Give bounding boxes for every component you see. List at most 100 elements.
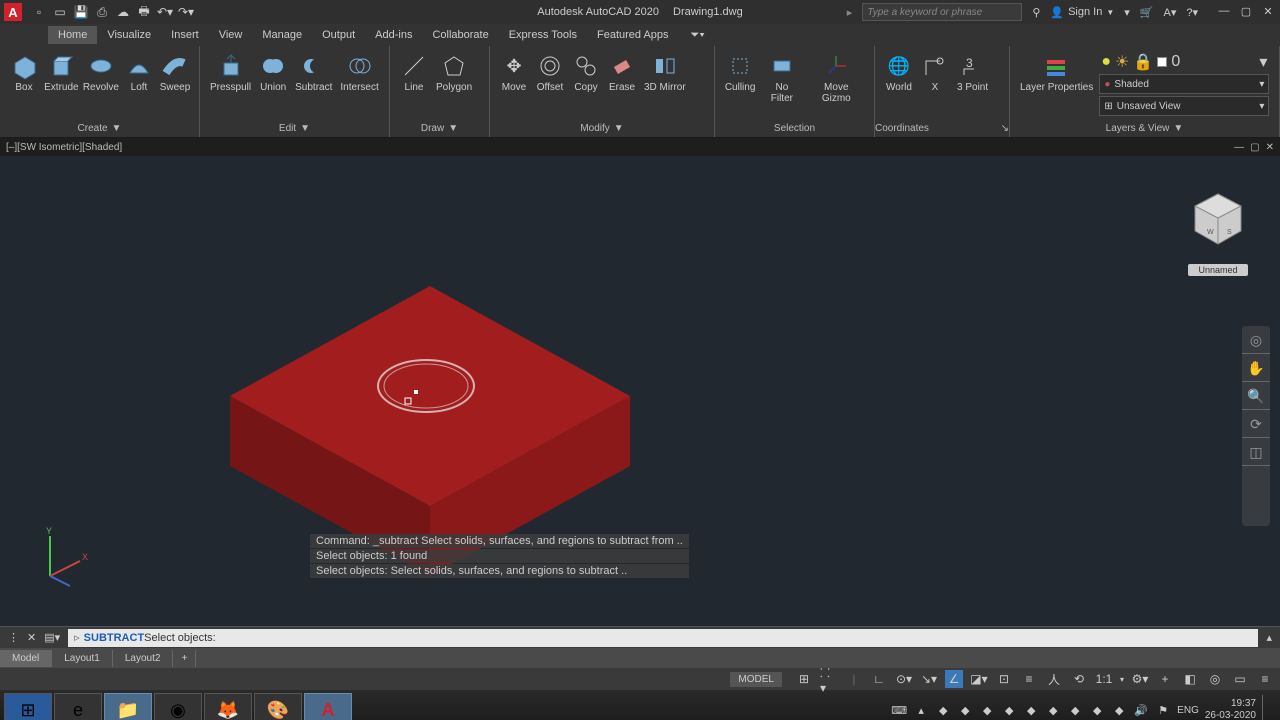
lineweight-icon[interactable]: ≡ — [1020, 670, 1038, 688]
taskbar-firefox[interactable]: 🦊 — [204, 693, 252, 720]
tray-flag-icon[interactable]: ⚑ — [1155, 702, 1171, 718]
panel-edit-title[interactable]: Edit ▼ — [200, 119, 389, 137]
viewcube[interactable]: W S — [1183, 186, 1253, 256]
app-icon[interactable]: A▾ — [1164, 6, 1177, 19]
tray-i6[interactable]: ◆ — [1045, 702, 1061, 718]
qat-saveas[interactable]: ⎙ — [93, 3, 111, 21]
taskbar-explorer[interactable]: 📁 — [104, 693, 152, 720]
tab-addins[interactable]: Add-ins — [365, 26, 422, 44]
tab-home[interactable]: Home — [48, 26, 97, 44]
transparency-icon[interactable]: 人 — [1045, 670, 1063, 688]
signin-button[interactable]: 👤Sign In▼ — [1050, 6, 1114, 19]
showall-icon[interactable]: ◫ — [1242, 438, 1270, 466]
taskbar-app1[interactable]: 🎨 — [254, 693, 302, 720]
maximize-button[interactable]: ▢ — [1238, 5, 1254, 19]
tab-output[interactable]: Output — [312, 26, 365, 44]
customize-icon[interactable]: ≡ — [1256, 670, 1274, 688]
tray-i5[interactable]: ◆ — [1023, 702, 1039, 718]
nofilter-button[interactable]: No Filter — [759, 50, 804, 114]
polar-icon[interactable]: ⊙▾ — [895, 670, 913, 688]
taskbar-ie[interactable]: e — [54, 693, 102, 720]
erase-button[interactable]: Erase — [604, 50, 640, 114]
polygon-button[interactable]: Polygon — [432, 50, 476, 114]
layerproperties-button[interactable]: Layer Properties — [1016, 50, 1097, 114]
start-button[interactable]: ⊞ — [4, 693, 52, 720]
tray-lang[interactable]: ENG — [1177, 705, 1199, 716]
intersect-button[interactable]: Intersect — [336, 50, 382, 114]
zoom-icon[interactable]: 🔍 — [1242, 382, 1270, 410]
cycling-icon[interactable]: ⟲ — [1070, 670, 1088, 688]
orbit-icon[interactable]: ⟳ — [1242, 410, 1270, 438]
gear-icon[interactable]: ⚙▾ — [1131, 670, 1149, 688]
qat-open[interactable]: ▭ — [51, 3, 69, 21]
workspace-icon[interactable]: ◧ — [1181, 670, 1199, 688]
lightbulb-icon[interactable]: ● — [1101, 53, 1111, 71]
3dosnap-icon[interactable]: ◪▾ — [970, 670, 988, 688]
qat-undo[interactable]: ↶▾ — [156, 3, 174, 21]
culling-button[interactable]: Culling — [721, 50, 759, 114]
copy-button[interactable]: Copy — [568, 50, 604, 114]
minimize-button[interactable]: — — [1216, 5, 1232, 19]
cleanscreen-icon[interactable]: ▭ — [1231, 670, 1249, 688]
loft-button[interactable]: Loft — [121, 50, 157, 114]
tab-featuredapps[interactable]: Featured Apps — [587, 26, 679, 44]
annoscale-label[interactable]: 1:1 — [1095, 670, 1113, 688]
view-dropdown[interactable]: ⊞Unsaved View▾ — [1099, 96, 1269, 116]
annomon-icon[interactable]: ◎ — [1206, 670, 1224, 688]
cmdbar-recent[interactable]: ▤▾ — [40, 631, 64, 644]
lock-icon[interactable]: 🔒 — [1133, 52, 1153, 72]
tab-expresstools[interactable]: Express Tools — [499, 26, 587, 44]
grid-icon[interactable]: ⊞ — [795, 670, 813, 688]
keyboard-icon[interactable]: ⌨ — [891, 702, 907, 718]
pan-icon[interactable]: ✋ — [1242, 354, 1270, 382]
app-logo[interactable]: A — [4, 3, 22, 21]
tab-layout1[interactable]: Layout1 — [52, 650, 113, 667]
sun-icon[interactable]: ☀ — [1115, 52, 1129, 72]
presspull-button[interactable]: Presspull — [206, 50, 255, 114]
x-button[interactable]: X — [917, 50, 953, 114]
close-button[interactable]: ✕ — [1260, 5, 1276, 19]
drawing-area[interactable]: Y X W S Unnamed ◎ ✋ 🔍 ⟳ ◫ Command: _subt… — [0, 156, 1280, 626]
search-input[interactable]: Type a keyword or phrase — [862, 3, 1022, 21]
cmdbar-up[interactable]: ▴ — [1262, 631, 1276, 644]
cmdbar-close[interactable]: ✕ — [23, 631, 40, 644]
qat-save[interactable]: 💾 — [72, 3, 90, 21]
ortho-icon[interactable]: ∟ — [870, 670, 888, 688]
help-icon[interactable]: ?▾ — [1186, 6, 1198, 19]
move-button[interactable]: ✥Move — [496, 50, 532, 114]
cmdbar-handle[interactable]: ⋮ — [4, 631, 23, 644]
command-input[interactable]: ▹ SUBTRACT Select objects: — [68, 629, 1258, 647]
vp-maximize[interactable]: ▢ — [1250, 142, 1259, 153]
fullnav-icon[interactable]: ◎ — [1242, 326, 1270, 354]
tab-collaborate[interactable]: Collaborate — [422, 26, 498, 44]
tab-add[interactable]: + — [173, 650, 196, 667]
show-desktop[interactable] — [1262, 695, 1270, 720]
tray-i2[interactable]: ◆ — [957, 702, 973, 718]
qat-new[interactable]: ▫ — [30, 3, 48, 21]
tray-up-icon[interactable]: ▴ — [913, 702, 929, 718]
panel-modify-title[interactable]: Modify ▼ — [490, 119, 714, 137]
tab-insert[interactable]: Insert — [161, 26, 209, 44]
navigation-bar[interactable]: ◎ ✋ 🔍 ⟳ ◫ — [1242, 326, 1270, 526]
color-icon[interactable] — [1157, 57, 1167, 67]
tab-overflow[interactable]: ⏷▾ — [685, 26, 711, 45]
isoplane-icon[interactable]: ↘▾ — [920, 670, 938, 688]
box-button[interactable]: Box — [6, 50, 42, 114]
tray-clock[interactable]: 19:37 26-03-2020 — [1205, 698, 1256, 720]
viewport-label[interactable]: [–][SW Isometric][Shaded] — [6, 142, 122, 153]
exchange-icon[interactable]: 🛒 — [1140, 6, 1154, 19]
offset-button[interactable]: Offset — [532, 50, 568, 114]
panel-create-title[interactable]: Create ▼ — [0, 119, 199, 137]
tab-layout2[interactable]: Layout2 — [113, 650, 174, 667]
subtract-button[interactable]: Subtract — [291, 50, 336, 114]
tray-i7[interactable]: ◆ — [1067, 702, 1083, 718]
vp-minimize[interactable]: — — [1234, 142, 1244, 153]
3dmirror-button[interactable]: 3D Mirror — [640, 50, 690, 114]
layer-dropdown-icon[interactable]: ▾ — [1259, 52, 1267, 72]
plus-icon[interactable]: + — [1156, 670, 1174, 688]
taskbar-autocad[interactable]: A — [304, 693, 352, 720]
qat-cloud[interactable]: ☁ — [114, 3, 132, 21]
world-button[interactable]: 🌐World — [881, 50, 917, 114]
vp-close[interactable]: ✕ — [1266, 142, 1274, 153]
sweep-button[interactable]: Sweep — [157, 50, 193, 114]
